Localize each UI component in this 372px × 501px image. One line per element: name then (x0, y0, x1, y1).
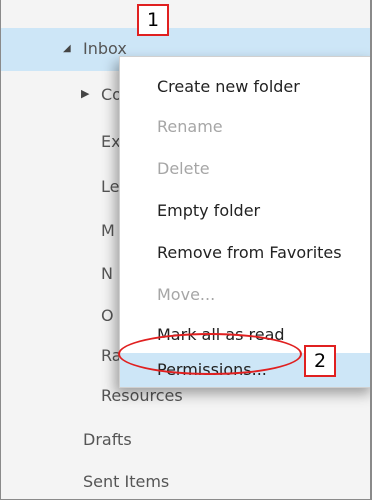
context-menu: Create new folder Rename Delete Empty fo… (119, 56, 371, 388)
folder-item[interactable]: M (101, 221, 115, 240)
callout-2: 2 (304, 345, 336, 377)
collapse-triangle-icon[interactable]: ◢ (63, 43, 71, 54)
pane-border (370, 0, 371, 499)
folder-pane: ◢ Inbox ▶ Co Ex Le M N O Ra Resources Dr… (0, 0, 372, 500)
folder-item[interactable]: N (101, 264, 113, 283)
menu-item-empty-folder[interactable]: Empty folder (120, 191, 371, 231)
folder-item[interactable]: Ex (101, 132, 121, 151)
menu-item-delete[interactable]: Delete (120, 149, 371, 189)
folder-item[interactable]: Resources (101, 386, 183, 405)
folder-item[interactable]: O (101, 306, 114, 325)
drafts-folder[interactable]: Drafts (83, 430, 132, 449)
menu-item-move[interactable]: Move... (120, 275, 371, 315)
callout-1: 1 (137, 4, 169, 36)
menu-item-rename[interactable]: Rename (120, 107, 371, 147)
menu-item-create-new-folder[interactable]: Create new folder (120, 67, 371, 107)
menu-item-remove-from-favorites[interactable]: Remove from Favorites (120, 233, 371, 273)
folder-item[interactable]: Le (101, 177, 119, 196)
expand-triangle-icon[interactable]: ▶ (81, 87, 89, 100)
sent-items-folder[interactable]: Sent Items (83, 472, 169, 491)
